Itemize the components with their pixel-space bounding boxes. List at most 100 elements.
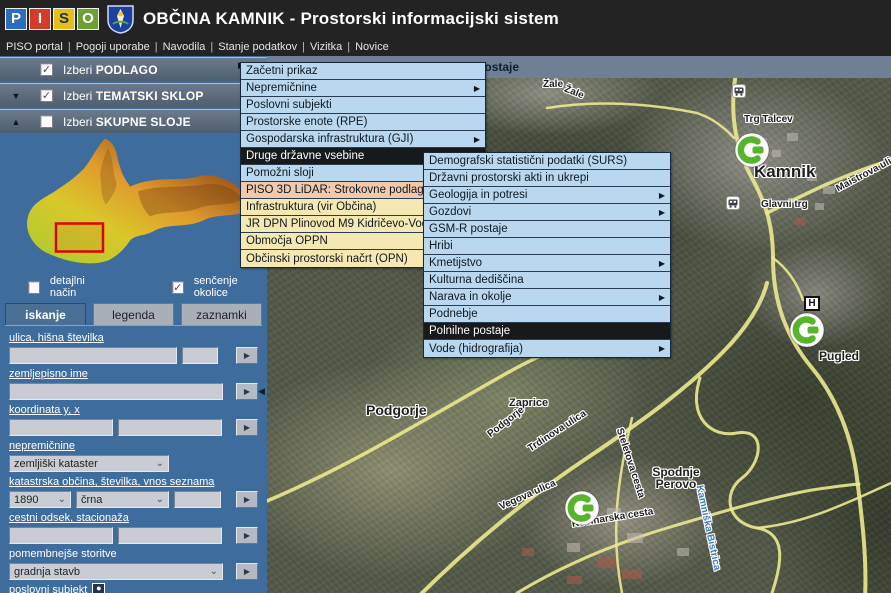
hospital-icon: H <box>804 296 820 311</box>
hillshade-label: senčenje okolice <box>194 275 267 299</box>
tematski-checkbox[interactable]: ✓ <box>40 89 53 102</box>
street-label[interactable]: ulica, hišna številka <box>9 332 258 345</box>
submenu-item-podnebje[interactable]: Podnebje <box>424 306 670 323</box>
nav-link-piso-portal[interactable]: PISO portal <box>6 41 63 53</box>
logo-letter-o: O <box>77 8 99 30</box>
stationing-input[interactable] <box>118 527 222 544</box>
submenu-item-drzavni-akti[interactable]: Državni prostorski akti in ukrepi <box>424 170 670 187</box>
section-skupni-sloji[interactable]: ▲ Izberi SKUPNE SLOJE <box>0 109 267 133</box>
menu-item-prostorske-enote[interactable]: Prostorske enote (RPE) <box>241 114 485 131</box>
geoname-input[interactable] <box>9 383 223 400</box>
road-section-input[interactable] <box>9 527 113 544</box>
triangle-up-icon[interactable]: ▲ <box>8 117 24 127</box>
nav-link-pogoji-uporabe[interactable]: Pogoji uporabe <box>76 41 150 53</box>
nav-link-navodila[interactable]: Navodila <box>163 41 206 53</box>
submenu-item-kmetijstvo[interactable]: Kmetijstvo▶ <box>424 255 670 272</box>
hillshade-checkbox[interactable]: ✓ <box>172 281 184 294</box>
logo-letter-s: S <box>53 8 75 30</box>
submenu-item-hribi[interactable]: Hribi <box>424 238 670 255</box>
geoname-label[interactable]: zemljepisno ime <box>9 368 258 381</box>
section-name: SKUPNE SLOJE <box>96 115 191 129</box>
cadastral-label[interactable]: katastrska občina, številka, vnos seznam… <box>9 476 258 489</box>
overview-terrain-map[interactable] <box>0 135 267 273</box>
map-label: Pugled <box>819 349 859 363</box>
house-number-input[interactable] <box>182 347 218 364</box>
road-go-button[interactable]: ▶ <box>236 527 258 544</box>
menu-item-label: Polnilne postaje <box>429 325 510 337</box>
tab-iskanje[interactable]: iskanje <box>5 303 86 325</box>
submenu-item-gsm-r[interactable]: GSM-R postaje <box>424 221 670 238</box>
submenu-item-demografski[interactable]: Demografski statistični podatki (SURS) <box>424 153 670 170</box>
menu-item-label: Gospodarska infrastruktura (GJI) <box>246 133 413 145</box>
section-tematski-sklop[interactable]: ▼ ✓ Izberi TEMATSKI SKLOP <box>0 83 267 107</box>
submenu-item-geologija[interactable]: Geologija in potresi▶ <box>424 187 670 204</box>
street-row: ▶ <box>9 347 258 364</box>
nav-link-stanje-podatkov[interactable]: Stanje podatkov <box>218 41 297 53</box>
parcel-input[interactable] <box>174 491 221 508</box>
section-prefix: Izberi <box>63 115 92 129</box>
tab-zaznamki[interactable]: zaznamki <box>181 303 262 325</box>
tab-legenda[interactable]: legenda <box>93 303 174 325</box>
piso-logo[interactable]: P I S O <box>5 8 99 30</box>
sidebar-tabs: iskanje legenda zaznamki <box>5 303 262 325</box>
ev-charger-marker[interactable] <box>564 490 600 526</box>
submenu-arrow-icon: ▶ <box>474 84 480 93</box>
cadastral-name-value: črna <box>81 494 102 506</box>
map-label: Trg Talcev <box>744 114 793 125</box>
cadastral-name-select[interactable]: črna ⌄ <box>76 491 169 508</box>
street-input[interactable] <box>9 347 177 364</box>
geoname-row: ▶ <box>9 383 258 400</box>
submenu-item-kulturna-dediscina[interactable]: Kulturna dediščina <box>424 272 670 289</box>
section-prefix: Izberi <box>63 89 92 103</box>
coordinate-y-input[interactable] <box>9 419 113 436</box>
nav-link-novice[interactable]: Novice <box>355 41 389 53</box>
page-title: OBČINA KAMNIK - Prostorski informacijski… <box>143 9 559 29</box>
submenu-item-polnilne-postaje[interactable]: Polnilne postaje <box>424 323 670 340</box>
submenu-arrow-icon: ▶ <box>659 259 665 268</box>
section-podlago[interactable]: ✓ Izberi PODLAGO ▶ <box>0 57 267 81</box>
cadastral-number-value: 1890 <box>14 494 38 506</box>
services-select[interactable]: gradnja stavb ⌄ <box>9 563 223 580</box>
submenu-item-narava-okolje[interactable]: Narava in okolje▶ <box>424 289 670 306</box>
detail-mode-label: detajlni način <box>50 275 108 299</box>
section-prefix: Izberi <box>63 63 92 77</box>
sidebar-collapse-icon[interactable]: ◀ <box>258 386 265 397</box>
realestate-select[interactable]: zemljiški kataster ⌄ <box>9 455 169 472</box>
section-label: Izberi SKUPNE SLOJE <box>63 115 191 129</box>
submenu-item-vode[interactable]: Vode (hidrografija)▶ <box>424 340 670 357</box>
coordinate-label[interactable]: koordinata y, x <box>9 404 258 417</box>
ev-charger-marker[interactable] <box>789 312 825 348</box>
coordinate-row: ▶ <box>9 419 258 436</box>
services-go-button[interactable]: ▶ <box>236 563 258 580</box>
skupni-checkbox[interactable] <box>40 115 53 128</box>
coordinate-go-button[interactable]: ▶ <box>236 419 258 436</box>
triangle-down-icon[interactable]: ▼ <box>8 91 24 101</box>
menu-item-gji[interactable]: Gospodarska infrastruktura (GJI)▶ <box>241 131 485 148</box>
submenu-item-gozdovi[interactable]: Gozdovi▶ <box>424 204 670 221</box>
section-label: Izberi TEMATSKI SKLOP <box>63 89 204 103</box>
menu-item-label: Vode (hidrografija) <box>429 343 523 355</box>
nav-link-vizitka[interactable]: Vizitka <box>310 41 342 53</box>
menu-item-zacetni-prikaz[interactable]: Začetni prikaz <box>241 63 485 80</box>
menu-item-poslovni-subjekti[interactable]: Poslovni subjekti <box>241 97 485 114</box>
geoname-go-button[interactable]: ▶ <box>236 383 258 400</box>
menu-item-label: Infrastruktura (vir Občina) <box>246 201 376 213</box>
business-label: poslovni subjekt <box>9 584 87 593</box>
section-name: PODLAGO <box>96 63 158 77</box>
menu-item-nepremicnine[interactable]: Nepremičnine▶ <box>241 80 485 97</box>
cadastral-number-select[interactable]: 1890 ⌄ <box>9 491 71 508</box>
road-section-label[interactable]: cestni odsek, stacionaža <box>9 512 258 525</box>
ev-charger-marker[interactable] <box>734 132 770 168</box>
druge-drzavne-vsebine-submenu: Demografski statistični podatki (SURS) D… <box>423 152 671 358</box>
podlago-checkbox[interactable]: ✓ <box>40 63 53 76</box>
detail-mode-checkbox[interactable] <box>28 281 40 294</box>
coordinate-x-input[interactable] <box>118 419 222 436</box>
menu-item-label: Kulturna dediščina <box>429 274 524 286</box>
menu-item-label: Gozdovi <box>429 206 471 218</box>
street-go-button[interactable]: ▶ <box>236 347 258 364</box>
cadastral-go-button[interactable]: ▶ <box>236 491 258 508</box>
realestate-select-value: zemljiški kataster <box>14 458 98 470</box>
submenu-arrow-icon: ▶ <box>659 191 665 200</box>
info-icon[interactable]: ● <box>92 583 105 593</box>
realestate-label[interactable]: nepremičnine <box>9 440 258 453</box>
